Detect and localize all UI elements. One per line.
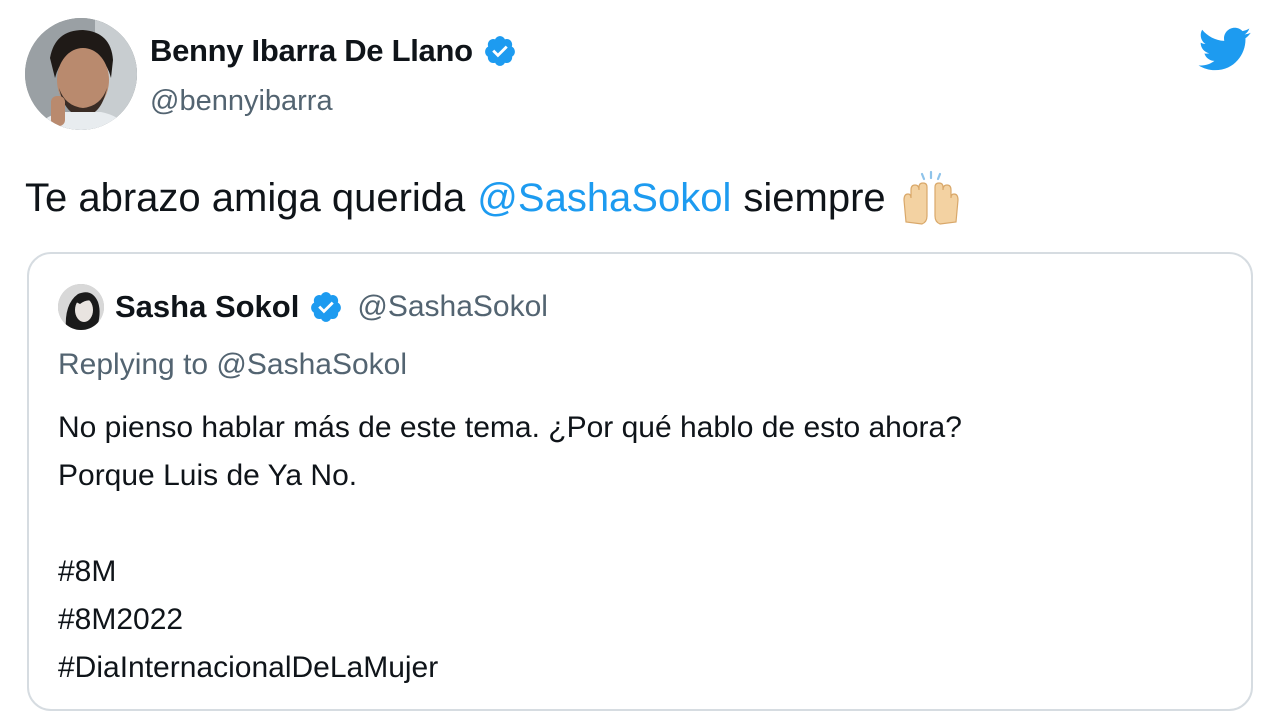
quoted-author-handle[interactable]: @SashaSokol <box>357 290 548 324</box>
replying-to-text: Replying to @SashaSokol <box>58 348 407 381</box>
tweet-card: Benny Ibarra De Llano @bennyibarra Te ab… <box>0 0 1280 727</box>
twitter-bird-icon[interactable] <box>1196 26 1252 72</box>
author-name-row: Benny Ibarra De Llano <box>150 33 517 69</box>
raising-hands-emoji-icon <box>900 170 962 226</box>
verified-badge-icon <box>483 34 517 68</box>
quoted-author-avatar[interactable] <box>58 284 104 330</box>
hashtag-link[interactable]: #8M2022 <box>58 596 962 644</box>
author-avatar-image <box>25 18 137 130</box>
author-avatar[interactable] <box>25 18 137 130</box>
tweet-text-before: Te abrazo amiga querida <box>25 175 466 220</box>
author-handle[interactable]: @bennyibarra <box>150 85 333 118</box>
quoted-tweet-body: No pienso hablar más de este tema. ¿Por … <box>58 404 962 692</box>
tweet-text: Te abrazo amiga querida @SashaSokol siem… <box>25 170 962 226</box>
quoted-author-avatar-image <box>58 284 104 330</box>
quoted-tweet-card[interactable]: Sasha Sokol @SashaSokol Replying to @Sas… <box>27 252 1253 711</box>
tweet-mention-link[interactable]: @SashaSokol <box>477 176 731 221</box>
quoted-text-line: Porque Luis de Ya No. <box>58 459 358 492</box>
quoted-text-line: No pienso hablar más de este tema. ¿Por … <box>58 411 962 444</box>
verified-badge-icon <box>309 290 343 324</box>
hashtag-link[interactable]: #DiaInternacionalDeLaMujer <box>58 644 962 692</box>
quoted-author-name[interactable]: Sasha Sokol <box>115 289 299 325</box>
quoted-header: Sasha Sokol @SashaSokol <box>115 289 548 325</box>
hashtag-link[interactable]: #8M <box>58 548 962 596</box>
tweet-text-after: siempre <box>743 175 886 220</box>
author-name[interactable]: Benny Ibarra De Llano <box>150 33 473 69</box>
